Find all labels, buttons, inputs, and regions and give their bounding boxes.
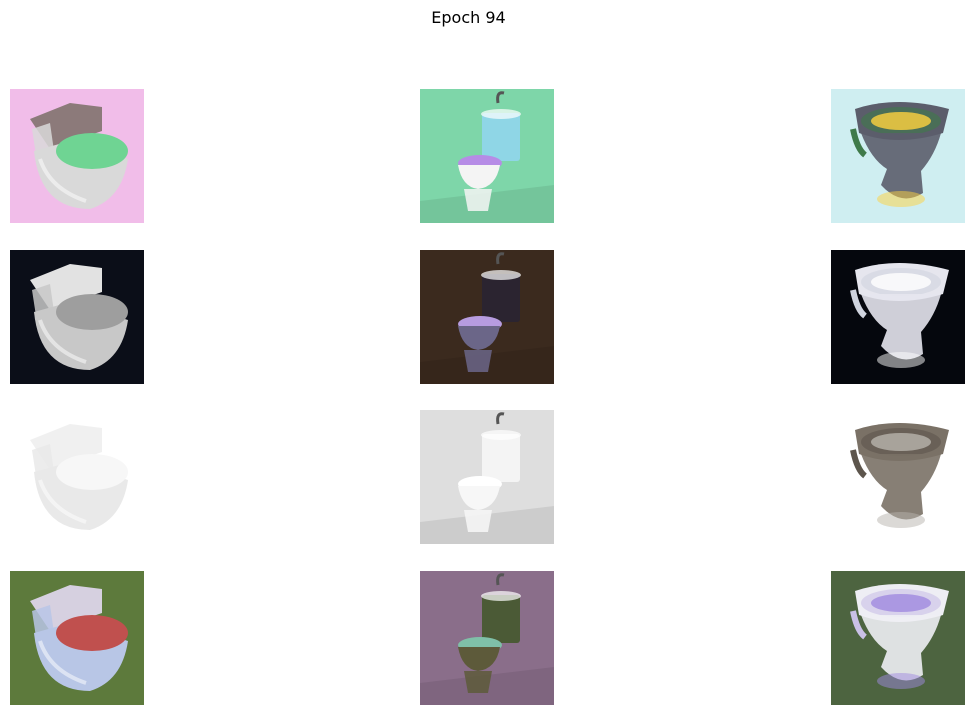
toilet-with-sink-tank-illustration bbox=[420, 410, 554, 544]
sample-image-r0-c0 bbox=[10, 89, 144, 223]
sample-image-r3-c1 bbox=[420, 571, 554, 705]
sample-image-r1-c1 bbox=[420, 250, 554, 384]
sample-image-r0-c1 bbox=[420, 89, 554, 223]
sample-image-r3-c2 bbox=[831, 571, 965, 705]
toilet-bowl-top-view-illustration bbox=[831, 250, 965, 384]
sample-image-r1-c0 bbox=[10, 250, 144, 384]
toilet-one-piece-illustration bbox=[10, 410, 144, 544]
sample-image-r3-c0 bbox=[10, 571, 144, 705]
toilet-one-piece-illustration bbox=[10, 571, 144, 705]
sample-image-r2-c1 bbox=[420, 410, 554, 544]
toilet-one-piece-illustration bbox=[10, 89, 144, 223]
sample-image-r0-c2 bbox=[831, 89, 965, 223]
sample-image-r1-c2 bbox=[831, 250, 965, 384]
toilet-with-sink-tank-illustration bbox=[420, 250, 554, 384]
figure-title: Epoch 94 bbox=[431, 8, 506, 27]
toilet-bowl-top-view-illustration bbox=[831, 571, 965, 705]
toilet-bowl-top-view-illustration bbox=[831, 89, 965, 223]
toilet-with-sink-tank-illustration bbox=[420, 89, 554, 223]
toilet-one-piece-illustration bbox=[10, 250, 144, 384]
sample-image-r2-c0 bbox=[10, 410, 144, 544]
sample-image-r2-c2 bbox=[831, 410, 965, 544]
toilet-with-sink-tank-illustration bbox=[420, 571, 554, 705]
toilet-bowl-top-view-illustration bbox=[831, 410, 965, 544]
